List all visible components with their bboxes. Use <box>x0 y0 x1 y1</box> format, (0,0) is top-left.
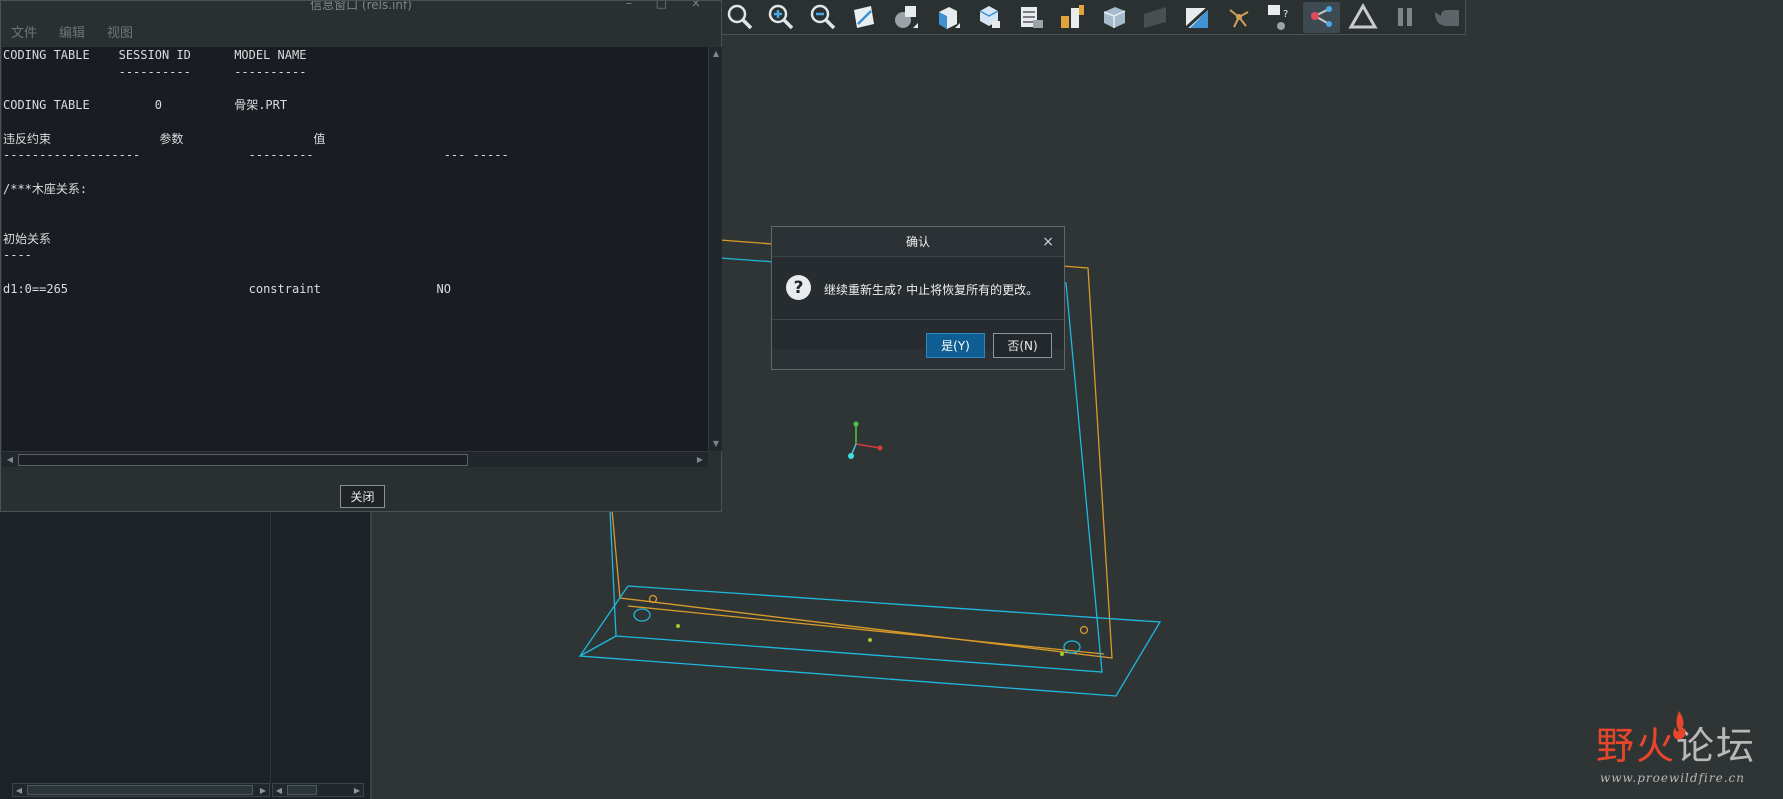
model-tree-panel[interactable]: ◀ ▶ ◀ ▶ <box>0 510 372 799</box>
layers-icon[interactable] <box>1012 2 1050 33</box>
zoom-out-icon[interactable] <box>804 2 842 33</box>
info-text-area[interactable]: CODING TABLE SESSION ID MODEL NAME -----… <box>2 47 708 451</box>
datum-plane-icon[interactable] <box>1054 2 1092 33</box>
shading-icon[interactable] <box>887 2 925 33</box>
menu-file[interactable]: 文件 <box>11 22 37 41</box>
scroll-left-icon[interactable]: ◀ <box>13 784 25 796</box>
graphics-toolbar: ? <box>714 0 1466 35</box>
sketch-plane-icon[interactable] <box>846 2 884 33</box>
confirm-dialog: 确认 × ? 继续重新生成? 中止将恢复所有的更改。 是(Y) 否(N) <box>771 226 1065 370</box>
forum-watermark: 野火论坛 www.proewildfire.cn <box>1596 711 1783 799</box>
scroll-right-icon[interactable]: ▶ <box>257 784 269 796</box>
question-icon: ? <box>786 275 811 300</box>
scroll-thumb[interactable] <box>287 785 317 795</box>
window-controls[interactable]: – □ × <box>626 1 711 9</box>
flame-icon <box>1673 711 1686 740</box>
watermark-logo-part1: 野火 <box>1596 724 1677 768</box>
zoom-window-icon[interactable] <box>721 2 759 33</box>
annotation-display-icon[interactable]: ? <box>1261 2 1299 33</box>
model-tree-icon[interactable] <box>1302 1 1341 33</box>
close-button[interactable]: 关闭 <box>340 485 385 508</box>
menu-edit[interactable]: 编辑 <box>59 22 85 41</box>
report-line: d1:0==265 constraint NO <box>3 281 451 296</box>
scroll-up-icon[interactable]: ▲ <box>710 48 722 60</box>
coordinate-triad-icon <box>848 421 883 459</box>
scroll-thumb[interactable] <box>27 785 253 795</box>
scroll-thumb[interactable] <box>18 454 468 466</box>
dialog-title[interactable]: 确认 <box>772 227 1064 257</box>
tree-column-scrollbar[interactable]: ◀ ▶ <box>272 783 364 797</box>
no-button[interactable]: 否(N) <box>993 333 1052 358</box>
relations-report-text: CODING TABLE SESSION ID MODEL NAME -----… <box>2 47 708 298</box>
svg-text:?: ? <box>1283 9 1288 20</box>
triangle-icon[interactable] <box>1344 2 1382 33</box>
report-line: 初始关系 <box>3 231 52 246</box>
report-line: ------------------- --------- --- ----- <box>3 148 509 163</box>
window-titlebar[interactable]: 信息窗口 (rels.inf) – □ × <box>1 1 721 15</box>
scroll-right-icon[interactable]: ▶ <box>351 784 363 796</box>
menu-bar: 文件 编辑 视图 <box>1 15 721 47</box>
information-window: 信息窗口 (rels.inf) – □ × 文件 编辑 视图 CODING TA… <box>0 0 722 512</box>
watermark-logo-part2: 论坛 <box>1676 724 1757 768</box>
dialog-divider <box>772 319 1064 320</box>
spin-center-icon[interactable] <box>1220 2 1258 33</box>
yes-button[interactable]: 是(Y) <box>926 333 985 358</box>
menu-view[interactable]: 视图 <box>107 22 133 41</box>
plane-display-icon[interactable] <box>1137 2 1175 33</box>
zoom-in-icon[interactable] <box>763 2 801 33</box>
report-line: ---------- ---------- <box>118 64 307 79</box>
transparent-box-icon[interactable] <box>1095 2 1133 33</box>
horizontal-scrollbar[interactable]: ◀ ▶ <box>2 451 708 467</box>
report-line: CODING TABLE SESSION ID MODEL NAME <box>3 48 307 62</box>
appearance-icon[interactable] <box>1428 2 1466 33</box>
section-icon[interactable] <box>1178 2 1216 33</box>
column-separator <box>270 510 271 784</box>
report-line: 违反约束 参数 值 <box>3 131 326 146</box>
scroll-right-icon[interactable]: ▶ <box>694 454 706 466</box>
pause-icon[interactable] <box>1386 2 1424 33</box>
dialog-message: 继续重新生成? 中止将恢复所有的更改。 <box>824 283 1039 297</box>
saved-views-icon[interactable] <box>970 2 1008 33</box>
scroll-left-icon[interactable]: ◀ <box>273 784 285 796</box>
report-line: CODING TABLE 0 骨架.PRT <box>3 98 288 113</box>
window-title: 信息窗口 (rels.inf) <box>310 1 412 12</box>
watermark-url: www.proewildfire.cn <box>1600 771 1745 785</box>
scroll-down-icon[interactable]: ▼ <box>710 438 722 450</box>
report-line: /***木座关系: <box>3 181 88 196</box>
report-line: ---- <box>3 248 32 263</box>
tree-horizontal-scrollbar[interactable]: ◀ ▶ <box>12 783 270 797</box>
close-icon[interactable]: × <box>1042 234 1054 250</box>
vertical-scrollbar[interactable]: ▲ ▼ <box>708 47 722 451</box>
view-cube-icon[interactable] <box>929 2 967 33</box>
scroll-left-icon[interactable]: ◀ <box>4 454 16 466</box>
